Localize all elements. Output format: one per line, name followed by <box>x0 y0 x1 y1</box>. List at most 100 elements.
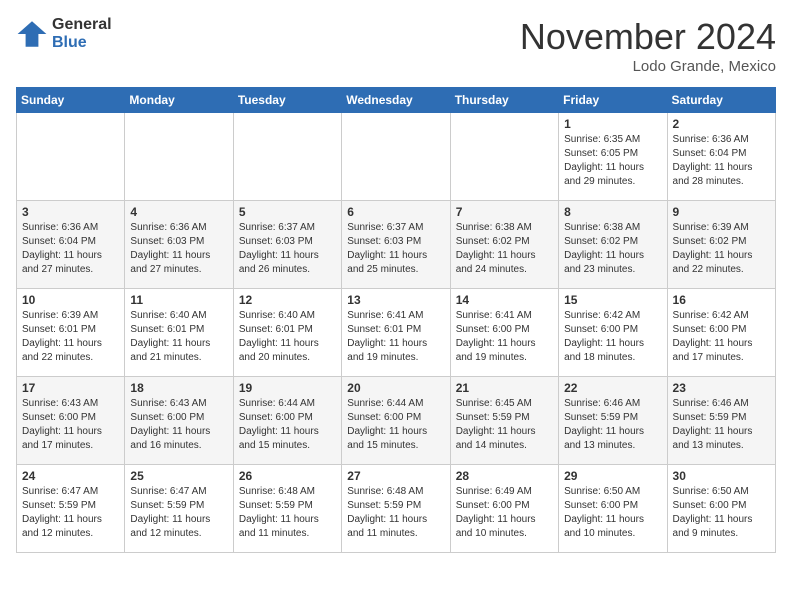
day-info: Sunrise: 6:47 AM Sunset: 5:59 PM Dayligh… <box>130 485 227 541</box>
day-number: 21 <box>456 381 553 395</box>
day-number: 18 <box>130 381 227 395</box>
calendar-cell: 13Sunrise: 6:41 AM Sunset: 6:01 PM Dayli… <box>342 289 450 377</box>
calendar-cell: 15 Sunrise: 6:42 AM Sunset: 6:00 PM Dayli… <box>559 289 667 377</box>
day-info: Sunrise: 6:39 AM Sunset: 6:02 PM Dayligh… <box>673 221 770 277</box>
day-number: 7 <box>456 205 553 219</box>
day-number: 1 <box>564 117 661 131</box>
calendar-cell: 24 Sunrise: 6:47 AM Sunset: 5:59 PM Dayli… <box>17 465 125 553</box>
calendar-cell: 21 Sunrise: 6:45 AM Sunset: 5:59 PM Dayli… <box>450 377 558 465</box>
day-number: 10 <box>22 293 119 307</box>
day-number: 24 <box>22 469 119 483</box>
calendar-cell <box>233 113 341 201</box>
day-info: Sunrise: 6:36 AM Sunset: 6:04 PM Dayligh… <box>673 133 770 189</box>
calendar-cell: 14 Sunrise: 6:41 AM Sunset: 6:00 PM Dayli… <box>450 289 558 377</box>
day-info: Sunrise: 6:49 AM Sunset: 6:00 PM Dayligh… <box>456 485 553 541</box>
day-info: Sunrise: 6:42 AM Sunset: 6:00 PM Dayligh… <box>564 309 661 365</box>
calendar-cell <box>342 113 450 201</box>
day-info: Sunrise: 6:36 AM Sunset: 6:04 PM Dayligh… <box>22 221 119 277</box>
logo-icon <box>16 18 48 50</box>
weekday-header-monday: Monday <box>125 88 233 113</box>
calendar-cell: 2 Sunrise: 6:36 AM Sunset: 6:04 PM Daylig… <box>667 113 775 201</box>
day-number: 17 <box>22 381 119 395</box>
day-info: Sunrise: 6:46 AM Sunset: 5:59 PM Dayligh… <box>564 397 661 453</box>
calendar-week-3: 10 Sunrise: 6:39 AM Sunset: 6:01 PM Dayli… <box>17 289 776 377</box>
day-number: 22 <box>564 381 661 395</box>
day-info: Sunrise: 6:41 AM Sunset: 6:00 PM Dayligh… <box>456 309 553 365</box>
calendar-week-5: 24 Sunrise: 6:47 AM Sunset: 5:59 PM Dayli… <box>17 465 776 553</box>
day-number: 19 <box>239 381 336 395</box>
calendar-cell <box>125 113 233 201</box>
day-number: 4 <box>130 205 227 219</box>
calendar-week-4: 17 Sunrise: 6:43 AM Sunset: 6:00 PM Dayli… <box>17 377 776 465</box>
day-info: Sunrise: 6:37 AM Sunset: 6:03 PM Dayligh… <box>239 221 336 277</box>
day-info: Sunrise: 6:40 AM Sunset: 6:01 PM Dayligh… <box>239 309 336 365</box>
calendar-cell: 18 Sunrise: 6:43 AM Sunset: 6:00 PM Dayli… <box>125 377 233 465</box>
day-info: Sunrise: 6:38 AM Sunset: 6:02 PM Dayligh… <box>456 221 553 277</box>
day-info: Sunrise: 6:50 AM Sunset: 6:00 PM Dayligh… <box>673 485 770 541</box>
day-info: Sunrise: 6:38 AM Sunset: 6:02 PM Dayligh… <box>564 221 661 277</box>
calendar-cell: 22 Sunrise: 6:46 AM Sunset: 5:59 PM Dayli… <box>559 377 667 465</box>
calendar-cell: 5 Sunrise: 6:37 AM Sunset: 6:03 PM Daylig… <box>233 201 341 289</box>
day-number: 30 <box>673 469 770 483</box>
day-number: 2 <box>673 117 770 131</box>
calendar-cell: 8Sunrise: 6:38 AM Sunset: 6:02 PM Daylig… <box>559 201 667 289</box>
weekday-header-saturday: Saturday <box>667 88 775 113</box>
day-number: 25 <box>130 469 227 483</box>
weekday-header-wednesday: Wednesday <box>342 88 450 113</box>
day-info: Sunrise: 6:48 AM Sunset: 5:59 PM Dayligh… <box>239 485 336 541</box>
calendar-cell: 7 Sunrise: 6:38 AM Sunset: 6:02 PM Daylig… <box>450 201 558 289</box>
day-number: 26 <box>239 469 336 483</box>
calendar-cell: 10 Sunrise: 6:39 AM Sunset: 6:01 PM Dayli… <box>17 289 125 377</box>
day-number: 11 <box>130 293 227 307</box>
day-info: Sunrise: 6:48 AM Sunset: 5:59 PM Dayligh… <box>347 485 444 541</box>
logo-general-text: General <box>52 16 112 34</box>
weekday-header-tuesday: Tuesday <box>233 88 341 113</box>
day-number: 15 <box>564 293 661 307</box>
day-info: Sunrise: 6:45 AM Sunset: 5:59 PM Dayligh… <box>456 397 553 453</box>
calendar-cell: 23 Sunrise: 6:46 AM Sunset: 5:59 PM Dayli… <box>667 377 775 465</box>
weekday-header-sunday: Sunday <box>17 88 125 113</box>
day-info: Sunrise: 6:43 AM Sunset: 6:00 PM Dayligh… <box>130 397 227 453</box>
logo: General Blue <box>16 16 112 51</box>
calendar-cell: 27 Sunrise: 6:48 AM Sunset: 5:59 PM Dayli… <box>342 465 450 553</box>
title-block: November 2024 Lodo Grande, Mexico <box>520 16 776 75</box>
calendar-cell <box>17 113 125 201</box>
day-info: Sunrise: 6:37 AM Sunset: 6:03 PM Dayligh… <box>347 221 444 277</box>
calendar-cell: 25 Sunrise: 6:47 AM Sunset: 5:59 PM Dayli… <box>125 465 233 553</box>
calendar-cell: 28 Sunrise: 6:49 AM Sunset: 6:00 PM Dayli… <box>450 465 558 553</box>
calendar-cell: 4 Sunrise: 6:36 AM Sunset: 6:03 PM Daylig… <box>125 201 233 289</box>
calendar-cell: 20Sunrise: 6:44 AM Sunset: 6:00 PM Dayli… <box>342 377 450 465</box>
day-info: Sunrise: 6:39 AM Sunset: 6:01 PM Dayligh… <box>22 309 119 365</box>
calendar-cell: 1 Sunrise: 6:35 AM Sunset: 6:05 PM Daylig… <box>559 113 667 201</box>
day-number: 16 <box>673 293 770 307</box>
calendar-cell: 19Sunrise: 6:44 AM Sunset: 6:00 PM Dayli… <box>233 377 341 465</box>
day-info: Sunrise: 6:46 AM Sunset: 5:59 PM Dayligh… <box>673 397 770 453</box>
day-number: 13 <box>347 293 444 307</box>
day-number: 6 <box>347 205 444 219</box>
day-number: 5 <box>239 205 336 219</box>
calendar-cell: 3 Sunrise: 6:36 AM Sunset: 6:04 PM Daylig… <box>17 201 125 289</box>
day-info: Sunrise: 6:47 AM Sunset: 5:59 PM Dayligh… <box>22 485 119 541</box>
calendar-header-row: SundayMondayTuesdayWednesdayThursdayFrid… <box>17 88 776 113</box>
logo-blue-text: Blue <box>52 34 112 52</box>
calendar-week-1: 1 Sunrise: 6:35 AM Sunset: 6:05 PM Daylig… <box>17 113 776 201</box>
day-info: Sunrise: 6:42 AM Sunset: 6:00 PM Dayligh… <box>673 309 770 365</box>
day-number: 27 <box>347 469 444 483</box>
calendar-cell: 6 Sunrise: 6:37 AM Sunset: 6:03 PM Daylig… <box>342 201 450 289</box>
day-info: Sunrise: 6:36 AM Sunset: 6:03 PM Dayligh… <box>130 221 227 277</box>
calendar-cell: 17 Sunrise: 6:43 AM Sunset: 6:00 PM Dayli… <box>17 377 125 465</box>
day-number: 23 <box>673 381 770 395</box>
day-info: Sunrise: 6:44 AM Sunset: 6:00 PM Dayligh… <box>347 397 444 453</box>
day-number: 28 <box>456 469 553 483</box>
day-number: 14 <box>456 293 553 307</box>
calendar-cell: 12Sunrise: 6:40 AM Sunset: 6:01 PM Dayli… <box>233 289 341 377</box>
calendar-table: SundayMondayTuesdayWednesdayThursdayFrid… <box>16 87 776 553</box>
calendar-week-2: 3 Sunrise: 6:36 AM Sunset: 6:04 PM Daylig… <box>17 201 776 289</box>
calendar-cell: 9Sunrise: 6:39 AM Sunset: 6:02 PM Daylig… <box>667 201 775 289</box>
location: Lodo Grande, Mexico <box>520 58 776 75</box>
day-info: Sunrise: 6:43 AM Sunset: 6:00 PM Dayligh… <box>22 397 119 453</box>
page-header: General Blue November 2024 Lodo Grande, … <box>16 16 776 75</box>
day-info: Sunrise: 6:35 AM Sunset: 6:05 PM Dayligh… <box>564 133 661 189</box>
calendar-cell: 26 Sunrise: 6:48 AM Sunset: 5:59 PM Dayli… <box>233 465 341 553</box>
day-number: 3 <box>22 205 119 219</box>
